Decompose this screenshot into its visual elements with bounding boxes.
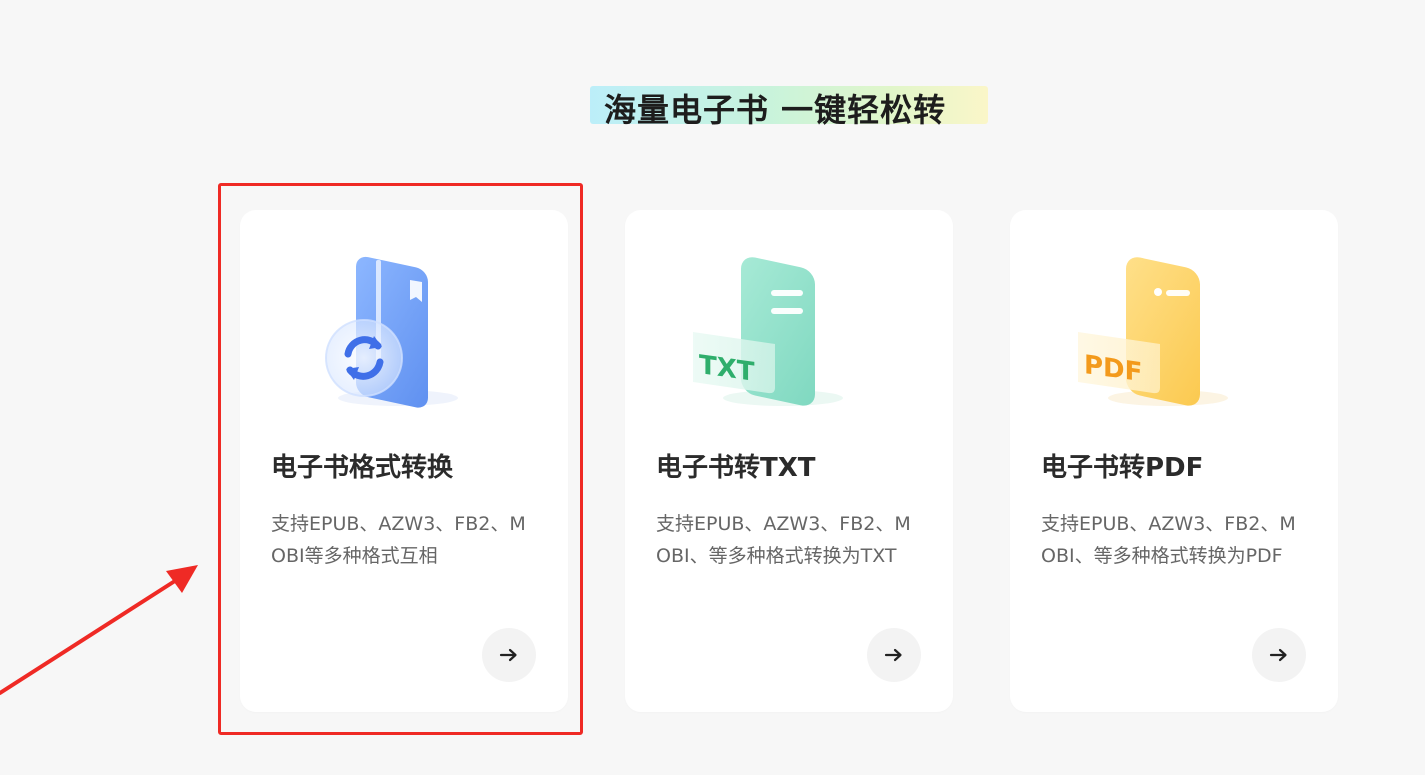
card-arrow-button[interactable] <box>1252 628 1306 682</box>
card-description: 支持EPUB、AZW3、FB2、MOBI、等多种格式转换为TXT <box>656 513 911 567</box>
pdf-file-icon: PDF <box>1048 248 1248 418</box>
card-arrow-button[interactable] <box>867 628 921 682</box>
card-arrow-button[interactable] <box>482 628 536 682</box>
card-ebook-to-txt[interactable]: TXT 电子书转TXT 支持EPUB、AZW3、FB2、MOBI、等多种格式转换… <box>625 210 953 712</box>
annotation-arrow-icon <box>0 565 198 695</box>
card-title: 电子书转PDF <box>1041 453 1204 483</box>
txt-file-icon: TXT <box>663 248 863 418</box>
card-ebook-to-pdf[interactable]: PDF 电子书转PDF 支持EPUB、AZW3、FB2、MOBI、等多种格式转换… <box>1010 210 1338 712</box>
card-title: 电子书格式转换 <box>271 453 454 483</box>
arrow-right-icon <box>499 648 517 662</box>
ebook-convert-icon <box>278 248 478 418</box>
card-title: 电子书转TXT <box>656 453 816 483</box>
card-description: 支持EPUB、AZW3、FB2、MOBI、等多种格式转换为PDF <box>1041 513 1296 567</box>
section-title: 海量电子书 一键轻松转 <box>604 91 947 129</box>
card-ebook-format-convert[interactable]: 电子书格式转换 支持EPUB、AZW3、FB2、MOBI等多种格式互相 <box>240 210 568 712</box>
card-description: 支持EPUB、AZW3、FB2、MOBI等多种格式互相 <box>271 513 526 567</box>
arrow-right-icon <box>884 648 902 662</box>
arrow-right-icon <box>1269 648 1287 662</box>
section-heading: 海量电子书 一键轻松转 <box>588 80 988 130</box>
